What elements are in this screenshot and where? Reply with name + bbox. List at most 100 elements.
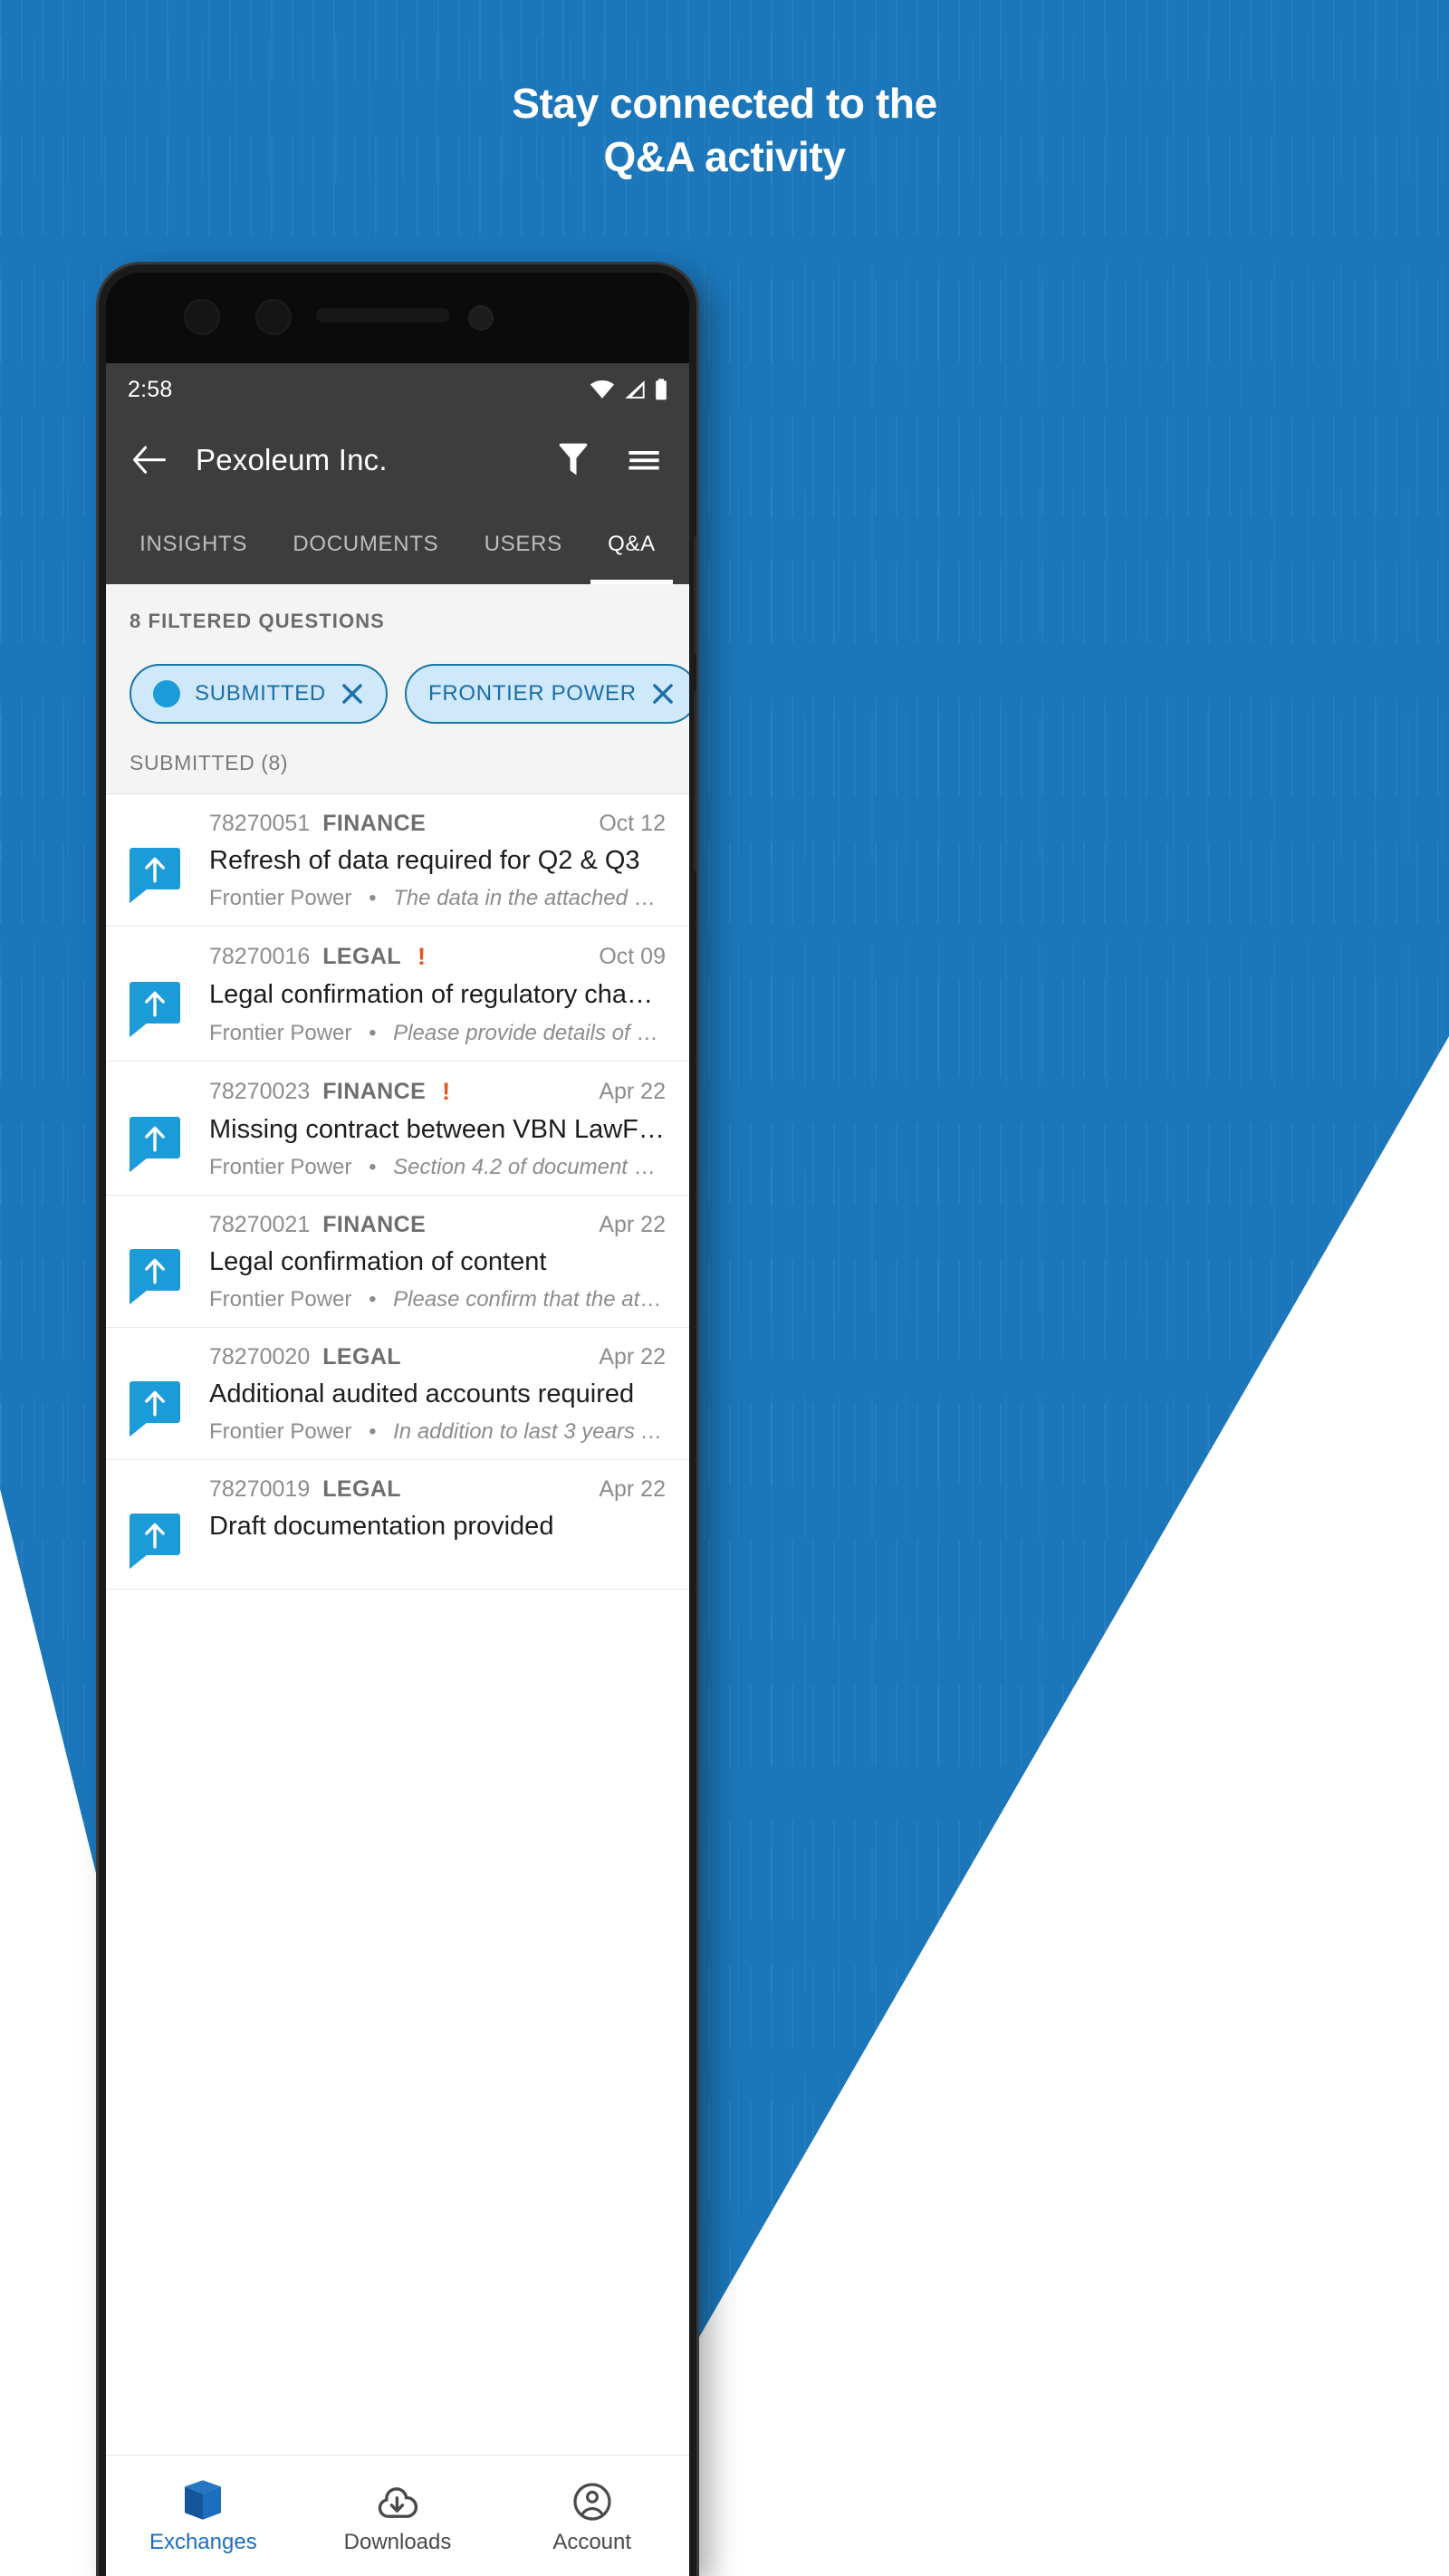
proximity-sensor-icon	[468, 305, 494, 331]
question-category: LEGAL	[322, 1476, 401, 1503]
question-preview: The data in the attached doc…	[393, 886, 666, 911]
filter-zone: 8 FILTERED QUESTIONS SUBMITTED FRONTIER …	[106, 584, 689, 724]
question-texts: Additional audited accounts required Fro…	[209, 1378, 666, 1445]
question-date: Apr 22	[599, 1344, 666, 1370]
table-row[interactable]: 78270019 LEGAL Apr 22 Draft documentatio…	[106, 1460, 689, 1591]
priority-icon: !	[417, 943, 426, 971]
table-row[interactable]: 78270023 FINANCE ! Apr 22 Missing contra…	[106, 1062, 689, 1196]
nav-item-account[interactable]: Account	[494, 2477, 689, 2555]
question-id: 78270023	[209, 1078, 311, 1104]
filter-chip-frontier-power[interactable]: FRONTIER POWER	[404, 664, 689, 724]
nav-item-exchanges-label: Exchanges	[149, 2529, 257, 2554]
question-author: Frontier Power	[209, 1154, 352, 1179]
submitted-upload-bubble-icon	[130, 1510, 186, 1574]
close-icon[interactable]	[651, 682, 675, 706]
earpiece-speaker	[316, 308, 450, 322]
question-author: Frontier Power	[209, 1419, 352, 1445]
question-body: Legal confirmation of content Frontier P…	[130, 1245, 666, 1312]
question-preview: In addition to last 3 years Au…	[393, 1419, 666, 1445]
question-subtitle: Frontier Power • Section 4.2 of document…	[209, 1155, 666, 1180]
filter-icon[interactable]	[553, 440, 593, 480]
submitted-upload-bubble-icon	[130, 978, 186, 1043]
question-body: Legal confirmation of regulatory change …	[130, 978, 666, 1045]
sort-icon[interactable]	[624, 440, 664, 480]
table-row[interactable]: 78270051 FINANCE Oct 12 Refresh of data …	[106, 794, 689, 928]
tab-bar: INSIGHTS DOCUMENTS USERS Q&A	[106, 505, 689, 584]
separator-dot: •	[369, 886, 377, 911]
promo-headline-line-2: Q&A activity	[603, 132, 846, 180]
question-texts: Draft documentation provided	[209, 1510, 666, 1552]
question-meta: 78270051 FINANCE Oct 12	[130, 811, 666, 837]
phone-top-bezel	[106, 273, 689, 363]
cellular-signal-icon	[625, 380, 645, 399]
question-title: Refresh of data required for Q2 & Q3	[209, 846, 640, 875]
question-body: Missing contract between VBN LawFirm… Fr…	[130, 1113, 666, 1180]
question-list: 78270051 FINANCE Oct 12 Refresh of data …	[106, 794, 689, 1591]
question-author: Frontier Power	[209, 1287, 352, 1312]
nav-item-downloads[interactable]: Downloads	[301, 2477, 495, 2555]
phone-side-button-power	[694, 690, 696, 871]
question-texts: Refresh of data required for Q2 & Q3 Fro…	[209, 844, 666, 911]
question-body: Additional audited accounts required Fro…	[130, 1378, 666, 1445]
question-title: Draft documentation provided	[209, 1512, 554, 1542]
tab-documents-label: DOCUMENTS	[293, 532, 439, 556]
wifi-icon	[590, 380, 615, 399]
question-id: 78270020	[209, 1344, 311, 1370]
tab-documents[interactable]: DOCUMENTS	[270, 505, 461, 584]
question-id: 78270021	[209, 1211, 311, 1237]
table-row[interactable]: 78270020 LEGAL Apr 22 Additional audited…	[106, 1328, 689, 1461]
exchanges-box-icon	[183, 2477, 223, 2521]
priority-icon: !	[442, 1077, 451, 1105]
question-body: Draft documentation provided	[130, 1510, 666, 1574]
tab-insights[interactable]: INSIGHTS	[117, 505, 270, 584]
section-header-submitted: SUBMITTED (8)	[106, 724, 689, 794]
tab-users[interactable]: USERS	[461, 505, 584, 584]
question-subtitle: Frontier Power • The data in the attache…	[209, 886, 666, 911]
question-meta: 78270019 LEGAL Apr 22	[130, 1476, 666, 1503]
status-bar-time: 2:58	[128, 376, 173, 402]
filter-chip-submitted[interactable]: SUBMITTED	[130, 664, 388, 724]
table-row[interactable]: 78270016 LEGAL ! Oct 09 Legal confirmati…	[106, 927, 689, 1062]
nav-item-account-label: Account	[552, 2529, 632, 2554]
promo-headline: Stay connected to the Q&A activity	[0, 77, 1449, 184]
close-icon[interactable]	[341, 682, 364, 706]
submitted-upload-bubble-icon	[130, 1245, 186, 1310]
question-id: 78270051	[209, 811, 311, 836]
question-author: Frontier Power	[209, 886, 352, 911]
filtered-questions-count: 8 FILTERED QUESTIONS	[130, 610, 385, 632]
separator-dot: •	[369, 1287, 377, 1312]
question-date: Apr 22	[599, 1078, 666, 1104]
promo-headline-line-1: Stay connected to the	[512, 80, 937, 127]
question-id: 78270016	[209, 944, 311, 970]
question-category: FINANCE	[322, 1078, 427, 1104]
filter-chip-submitted-label: SUBMITTED	[195, 681, 326, 706]
tab-qa-label: Q&A	[608, 532, 656, 556]
submitted-upload-bubble-icon	[130, 1113, 186, 1177]
question-category: LEGAL	[322, 1344, 401, 1370]
question-preview: Please confirm that the attac…	[393, 1287, 666, 1312]
question-id: 78270019	[209, 1476, 311, 1503]
cloud-download-icon	[377, 2477, 418, 2521]
tab-users-label: USERS	[484, 532, 562, 556]
question-texts: Missing contract between VBN LawFirm… Fr…	[209, 1113, 666, 1180]
question-title: Legal confirmation of regulatory change …	[209, 980, 666, 1010]
status-dot-icon	[153, 680, 180, 707]
question-meta: 78270023 FINANCE ! Apr 22	[130, 1078, 666, 1106]
filter-chip-list: SUBMITTED FRONTIER POWER	[130, 664, 689, 724]
status-bar-icons	[590, 379, 667, 400]
app-bar-actions	[553, 440, 669, 480]
app-bar: Pexoleum Inc.	[106, 416, 689, 505]
back-arrow-icon[interactable]	[126, 437, 173, 484]
phone-side-button-volume	[694, 536, 696, 654]
nav-item-exchanges[interactable]: Exchanges	[106, 2477, 301, 2555]
account-circle-icon	[573, 2477, 611, 2521]
status-bar: 2:58	[106, 363, 689, 416]
app-bar-title: Pexoleum Inc.	[196, 443, 388, 476]
table-row[interactable]: 78270021 FINANCE Apr 22 Legal confirmati…	[106, 1196, 689, 1328]
question-body: Refresh of data required for Q2 & Q3 Fro…	[130, 844, 666, 911]
question-date: Oct 09	[599, 944, 666, 970]
bottom-navigation-bar: Exchanges Downloads Account	[106, 2455, 689, 2576]
separator-dot: •	[369, 1154, 377, 1179]
phone-mockup: 2:58 Pexoleum Inc. INSIGHTS DOCUMENTS US…	[99, 264, 696, 2576]
tab-qa[interactable]: Q&A	[585, 505, 678, 584]
